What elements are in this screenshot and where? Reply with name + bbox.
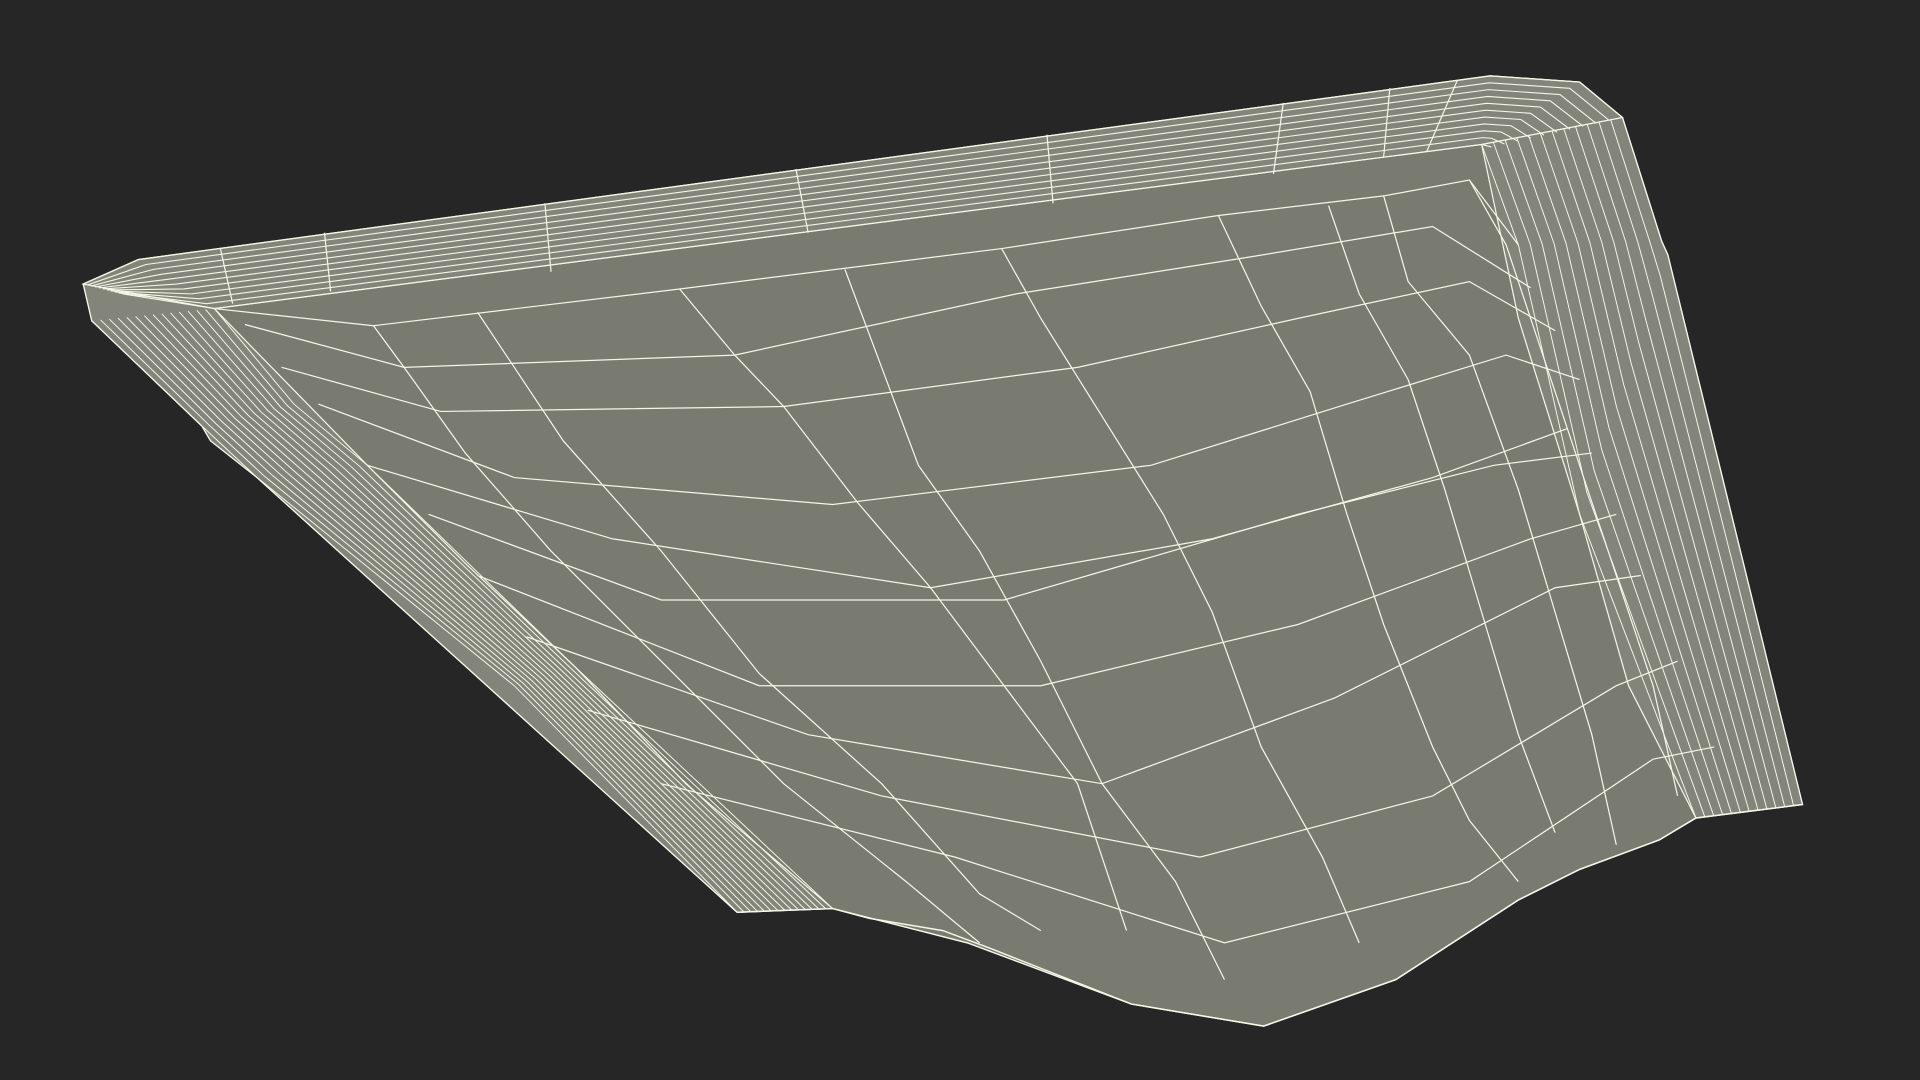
viewport-canvas[interactable] (0, 0, 1920, 1080)
wireframe-mesh (81, 75, 1804, 1027)
